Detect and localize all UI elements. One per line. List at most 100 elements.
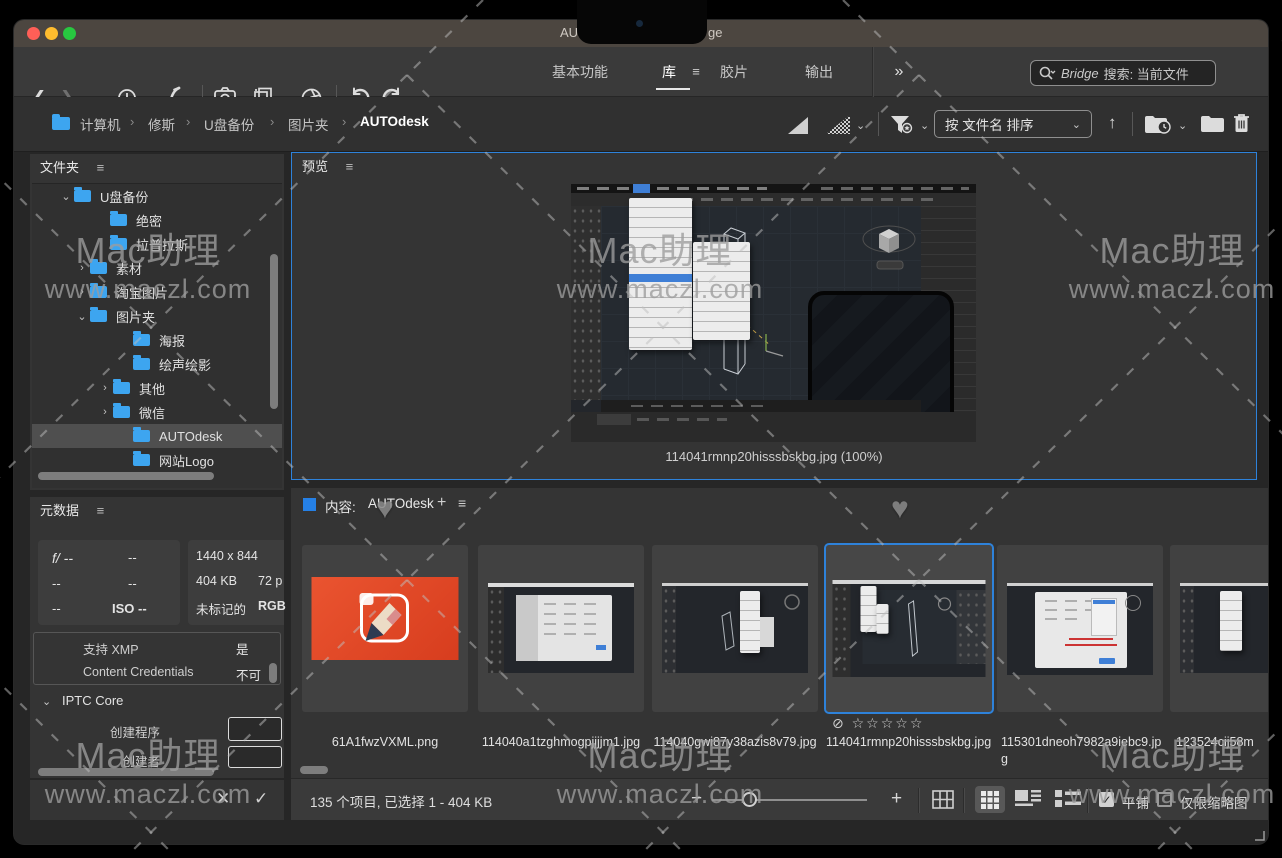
quality-chevron[interactable]: ⌄ bbox=[856, 119, 865, 132]
zoom-in-button[interactable]: + bbox=[891, 788, 902, 810]
content-color-swatch[interactable] bbox=[303, 498, 316, 511]
folders-panel-menu-icon[interactable]: ≡ bbox=[97, 160, 105, 175]
folder-row[interactable]: 拉普拉斯 bbox=[32, 232, 282, 256]
thumbnail-image bbox=[312, 577, 459, 660]
content-item[interactable]: 123524cij58m bbox=[1170, 545, 1268, 777]
folder-row[interactable]: › 微信 bbox=[32, 400, 282, 424]
apply-metadata-button[interactable]: ✓ bbox=[254, 789, 268, 809]
zoom-window-button[interactable] bbox=[63, 27, 76, 40]
tile-checkbox[interactable]: ✓ bbox=[1099, 792, 1114, 807]
folder-row[interactable]: › 素材 bbox=[32, 256, 282, 280]
folder-row[interactable]: 海报 bbox=[32, 328, 282, 352]
thumbnail-quality-button[interactable] bbox=[788, 117, 808, 139]
star-rating[interactable]: ☆☆☆☆☆ bbox=[852, 715, 925, 731]
details-view-button[interactable] bbox=[1015, 790, 1041, 811]
workspace-tab-libraries[interactable]: 库 bbox=[654, 47, 684, 97]
preview-panel-header: 预览 ≡ bbox=[292, 153, 1256, 180]
preview-quality-button[interactable] bbox=[826, 115, 850, 139]
mock-layout-tabs bbox=[637, 418, 727, 421]
iptc-field-input[interactable] bbox=[228, 717, 282, 741]
thumbnail-filename: 123524cij58m bbox=[1170, 734, 1268, 751]
dimensions-value: 1440 x 844 bbox=[196, 549, 258, 563]
expand-icon[interactable]: › bbox=[97, 382, 113, 394]
no-rating-icon[interactable]: ⊘ bbox=[832, 715, 846, 731]
breadcrumb-item[interactable]: 图片夹 bbox=[288, 114, 329, 134]
grid-view-button-active[interactable] bbox=[975, 786, 1005, 813]
folder-row[interactable]: › 其他 bbox=[32, 376, 282, 400]
preview-panel-menu-icon[interactable]: ≡ bbox=[346, 159, 354, 174]
pathbar-separator bbox=[1132, 112, 1133, 136]
thumbnail-card[interactable] bbox=[478, 545, 644, 712]
cancel-metadata-button[interactable]: ✕ bbox=[216, 789, 230, 809]
expand-icon[interactable]: › bbox=[74, 286, 90, 298]
thumbnail-card-selected[interactable] bbox=[826, 545, 992, 712]
content-item[interactable]: 114040a1tzghmogpjjjjm1.jpg bbox=[478, 545, 644, 777]
delete-button[interactable] bbox=[1232, 112, 1251, 139]
sort-dropdown[interactable]: 按 文件名 排序 ⌄ bbox=[934, 110, 1092, 138]
lock-grid-button[interactable] bbox=[932, 790, 954, 812]
content-horizontal-scrollbar[interactable] bbox=[300, 766, 328, 774]
breadcrumb-item[interactable]: 计算机 bbox=[80, 114, 121, 134]
tab-menu-icon[interactable]: ≡ bbox=[686, 47, 706, 97]
workspace-tab-essentials[interactable]: 基本功能 bbox=[542, 47, 618, 97]
content-add-button[interactable]: + bbox=[437, 494, 446, 512]
list-view-button[interactable] bbox=[1055, 790, 1081, 811]
thumbnail-image bbox=[833, 580, 986, 677]
minimize-window-button[interactable] bbox=[45, 27, 58, 40]
content-item[interactable]: 114040gwi87y38azis8v79.jpg bbox=[652, 545, 818, 777]
iptc-field-input[interactable] bbox=[228, 746, 282, 768]
content-item[interactable]: 115301dneoh7982a9iebc9.jpg bbox=[997, 545, 1163, 777]
sort-direction-button[interactable]: ↑ bbox=[1108, 113, 1117, 133]
iptc-section-title: IPTC Core bbox=[62, 693, 123, 708]
file-info-box: 1440 x 844 404 KB 72 p 未标记的 RGB bbox=[188, 540, 284, 625]
filter-chevron[interactable]: ⌄ bbox=[920, 119, 929, 132]
folder-row[interactable]: ⌄ U盘备份 bbox=[32, 184, 282, 208]
zoom-out-button[interactable]: − bbox=[691, 788, 702, 810]
folder-row[interactable]: 绘声绘影 bbox=[32, 352, 282, 376]
folder-row[interactable]: 网站Logo bbox=[32, 448, 282, 472]
thumbnail-card[interactable] bbox=[1170, 545, 1268, 712]
expand-icon[interactable]: › bbox=[97, 406, 113, 418]
thumbnail-size-slider-knob[interactable] bbox=[742, 792, 757, 807]
metadata-scrollbar[interactable] bbox=[269, 663, 277, 683]
breadcrumb-item-current[interactable]: AUTOdesk bbox=[360, 114, 429, 129]
search-input[interactable]: Bridge 搜索: 当前文件 bbox=[1030, 60, 1216, 86]
resize-grip[interactable] bbox=[1253, 829, 1265, 841]
active-tab-underline bbox=[656, 88, 690, 90]
workspace-tab-filmstrip[interactable]: 胶片 bbox=[706, 47, 762, 97]
expand-icon[interactable]: ⌄ bbox=[58, 190, 74, 203]
expand-icon[interactable]: ⌄ bbox=[74, 310, 90, 323]
new-folder-button[interactable] bbox=[1200, 114, 1225, 139]
recent-chevron[interactable]: ⌄ bbox=[1178, 119, 1187, 132]
metadata-horizontal-scrollbar[interactable] bbox=[38, 768, 214, 776]
thumbnail-filename: 114040a1tzghmogpjjjjm1.jpg bbox=[478, 734, 644, 751]
folders-vertical-scrollbar[interactable] bbox=[270, 254, 278, 409]
folder-row[interactable]: ⌄ 图片夹 bbox=[32, 304, 282, 328]
metadata-panel-menu-icon[interactable]: ≡ bbox=[97, 503, 105, 518]
folder-row[interactable]: › 淘宝图片 bbox=[32, 280, 282, 304]
content-item-selected[interactable]: ⊘ ☆☆☆☆☆ 114041rmnp20hisssbskbg.jpg bbox=[826, 545, 992, 777]
rating-row[interactable]: ⊘ ☆☆☆☆☆ bbox=[832, 715, 924, 732]
content-panel-menu-icon[interactable]: ≡ bbox=[458, 495, 466, 511]
iptc-expand-icon[interactable]: ⌄ bbox=[42, 695, 51, 708]
thumbnails-only-checkbox[interactable] bbox=[1157, 792, 1172, 807]
filter-button[interactable] bbox=[890, 115, 916, 140]
thumbnail-card[interactable] bbox=[997, 545, 1163, 712]
recent-files-button[interactable] bbox=[1144, 114, 1172, 140]
folder-row[interactable]: 绝密 bbox=[32, 208, 282, 232]
expand-icon[interactable]: › bbox=[74, 262, 90, 274]
thumbnail-card[interactable] bbox=[302, 545, 468, 712]
workspace-overflow-button[interactable]: » bbox=[884, 47, 914, 97]
mock-layout-tab bbox=[597, 414, 631, 425]
workspace-tab-output[interactable]: 输出 bbox=[791, 47, 847, 97]
breadcrumb-item[interactable]: U盘备份 bbox=[204, 114, 254, 134]
filesize-value: 404 KB bbox=[196, 574, 237, 588]
content-item[interactable]: 61A1fwzVXML.png bbox=[302, 545, 468, 777]
folders-horizontal-scrollbar[interactable] bbox=[38, 472, 214, 480]
folder-row-selected[interactable]: AUTOdesk bbox=[32, 424, 282, 448]
thumbnail-card[interactable] bbox=[652, 545, 818, 712]
thumbnail-size-slider-track[interactable] bbox=[712, 799, 867, 801]
breadcrumb-item[interactable]: 修斯 bbox=[148, 114, 175, 134]
close-window-button[interactable] bbox=[27, 27, 40, 40]
trash-icon bbox=[1232, 112, 1251, 134]
